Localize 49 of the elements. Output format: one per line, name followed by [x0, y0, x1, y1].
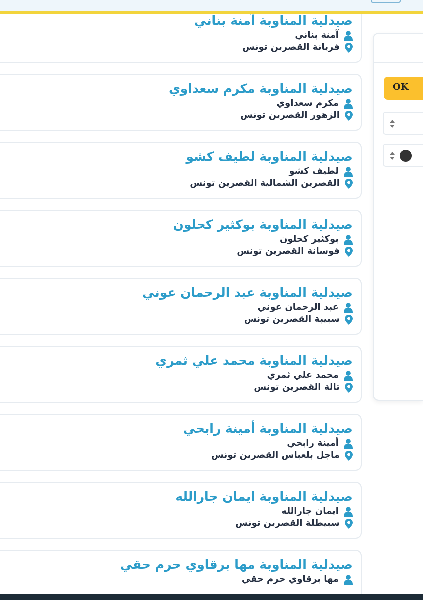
map-pin-icon	[345, 111, 353, 121]
address-text: فريانة القصرين تونس	[242, 42, 340, 54]
pharmacy-title[interactable]: صيدلية المناوبة مكرم سعداوي	[0, 80, 353, 98]
owner-name: أمينة رابحي	[287, 438, 339, 450]
select-field[interactable]	[383, 112, 423, 135]
map-pin-icon	[345, 179, 353, 189]
address-text: سبيبة القصرين تونس	[244, 314, 340, 326]
user-icon	[344, 575, 353, 585]
user-icon	[344, 303, 353, 313]
owner-name: مها برقاوي حرم حقي	[242, 574, 339, 586]
pharmacy-title[interactable]: صيدلية المناوبة لطيف كشو	[0, 148, 353, 166]
pharmacy-title[interactable]: صيدلية المناوبة محمد علي ثمري	[0, 352, 353, 370]
map-pin-icon	[345, 247, 353, 257]
address-text: ماجل بلعباس القصرين تونس	[212, 450, 340, 462]
map-pin-icon	[345, 519, 353, 529]
owner-name: مكرم سعداوي	[276, 98, 339, 110]
pharmacy-title[interactable]: صيدلية المناوبة بوكثير كحلون	[0, 216, 353, 234]
map-pin-icon	[345, 451, 353, 461]
user-icon	[344, 235, 353, 245]
user-icon	[344, 31, 353, 41]
user-icon	[344, 439, 353, 449]
user-icon	[344, 99, 353, 109]
address-text: فوسانة القصرين تونس	[237, 246, 340, 258]
sort-icon	[390, 120, 395, 128]
map-pin-icon	[345, 383, 353, 393]
user-icon	[344, 167, 353, 177]
address-text: سبيطلة القصرين تونس	[236, 518, 340, 530]
owner-name: عبد الرحمان عوني	[258, 302, 339, 314]
address-text: القصرين الشمالية القصرين تونس	[190, 178, 340, 190]
owner-name: آمنة بناني	[295, 30, 339, 42]
pharmacy-title[interactable]: صيدلية المناوبة عبد الرحمان عوني	[0, 284, 353, 302]
user-icon	[344, 371, 353, 381]
owner-name: ايمان جارالله	[282, 506, 339, 518]
sort-icon	[390, 152, 395, 160]
circle-icon	[400, 150, 412, 162]
address-text: تالة القصرين تونس	[254, 382, 340, 394]
pharmacy-title[interactable]: صيدلية المناوبة مها برقاوي حرم حقي	[0, 556, 353, 574]
select-field[interactable]	[383, 144, 423, 167]
pharmacy-title[interactable]: صيدلية المناوبة أمينة رابحي	[0, 420, 353, 438]
owner-name: محمد علي ثمري	[267, 370, 339, 382]
pharmacy-title[interactable]: صيدلية المناوبة ايمان جارالله	[0, 488, 353, 506]
pharmacy-title[interactable]: صيدلية المناوبة آمنة بناني	[0, 12, 353, 30]
owner-name: بوكثير كحلون	[280, 234, 339, 246]
address-text: الزهور القصرين تونس	[240, 110, 340, 122]
user-icon	[344, 507, 353, 517]
map-pin-icon	[345, 315, 353, 325]
owner-name: لطيف كشو	[289, 166, 339, 178]
map-pin-icon	[345, 43, 353, 53]
ok-button[interactable]: OK	[384, 77, 423, 100]
